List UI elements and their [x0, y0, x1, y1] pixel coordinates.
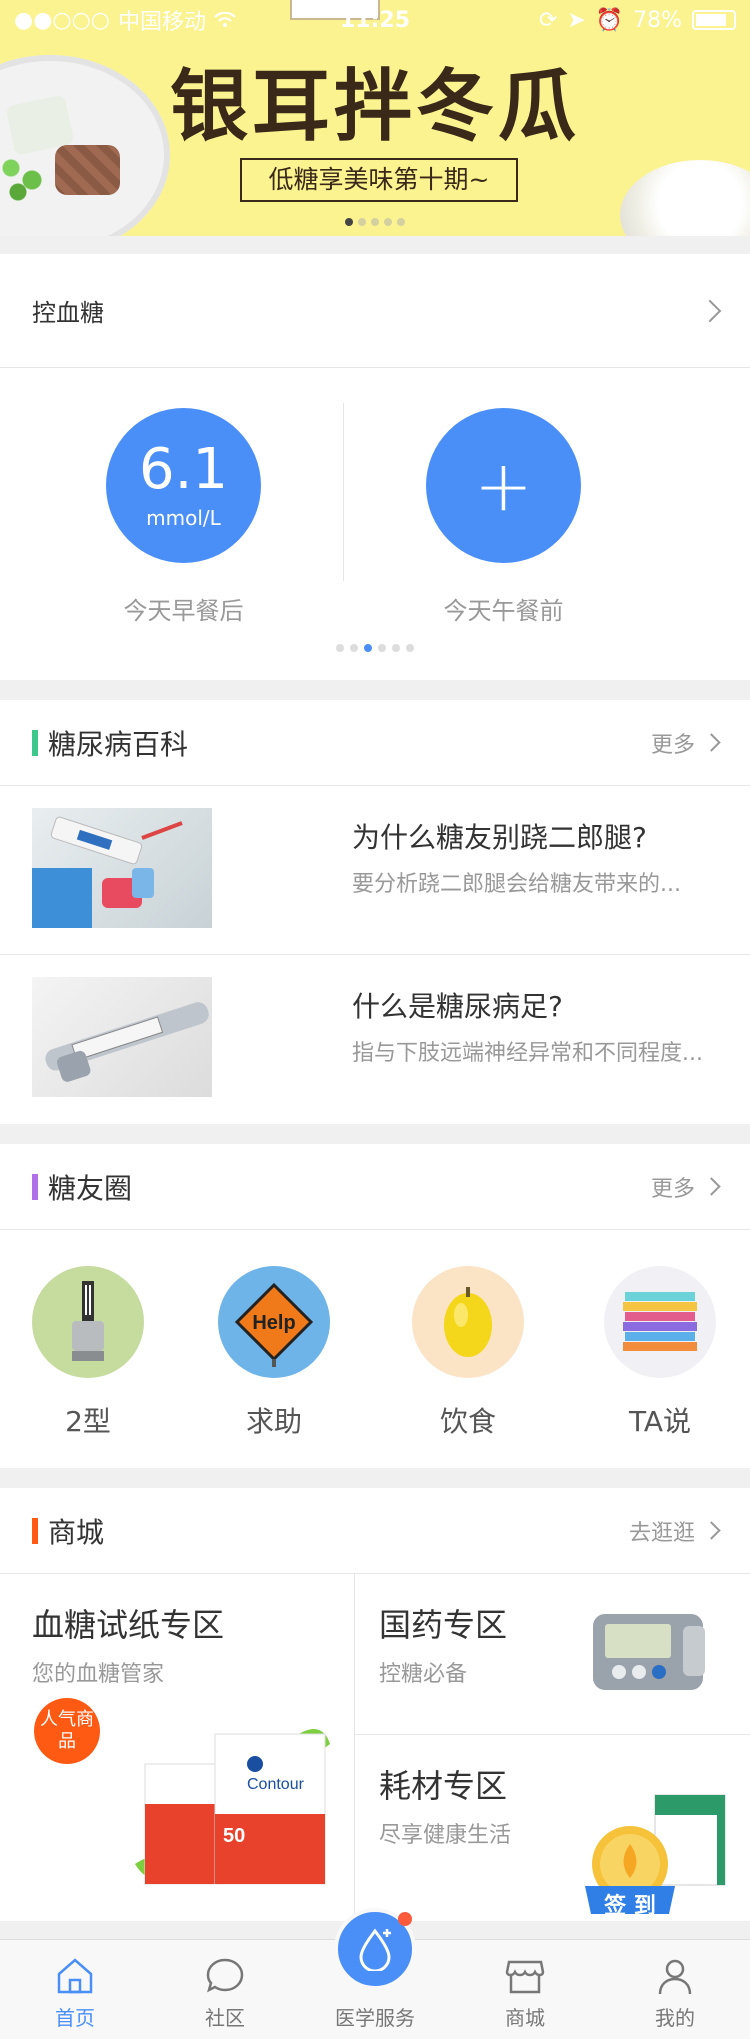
reading-caption: 今天早餐后: [123, 597, 244, 625]
article-item[interactable]: 为什么糖友别跷二郎腿? 要分析跷二郎腿会给糖友带来的...: [0, 786, 750, 955]
chevron-right-icon: [702, 1177, 721, 1196]
status-bar: ●●○○○ 中国移动 11:25 ⟳ ➤ ⏰ 78%: [0, 0, 750, 40]
glucose-unit: mmol/L: [146, 505, 221, 530]
tab-mall[interactable]: 商城: [450, 1940, 600, 2039]
reading-after-breakfast[interactable]: 6.1 mmol/L 今天早餐后: [106, 408, 261, 626]
zone-title: 国药专区: [379, 1606, 508, 1644]
home-icon: [57, 1958, 93, 1994]
community-section: 糖友圈 更多 2型 Help 求助 饮食 TA说: [0, 1144, 750, 1468]
battery-percent: 78%: [633, 7, 682, 33]
community-label: 2型: [65, 1405, 111, 1438]
section-accent-bar: [32, 1517, 38, 1544]
zone-subtitle: 您的血糖管家: [32, 1662, 165, 1687]
readings-pagination: [0, 644, 750, 652]
section-title: 商城: [48, 1515, 105, 1549]
tab-community[interactable]: 社区: [150, 1940, 300, 2039]
tab-label: 医学服务: [335, 2006, 415, 2030]
zone-title: 血糖试纸专区: [32, 1606, 225, 1644]
article-title: 为什么糖友别跷二郎腿?: [352, 821, 647, 854]
supplies-zone[interactable]: 耗材专区 尽享健康生活: [355, 1735, 750, 1921]
test-strip-product-image: Contour 50: [135, 1729, 330, 1885]
article-item[interactable]: 什么是糖尿病足? 指与下肢远端神经异常和不同程度...: [0, 955, 750, 1124]
store-icon: [505, 1960, 545, 1994]
wifi-icon: [214, 12, 236, 27]
books-icon: [604, 1266, 716, 1378]
svg-text:50: 50: [223, 1825, 245, 1847]
checkin-label: 签 到: [604, 1894, 656, 1919]
rotation-lock-icon: ⟳: [538, 7, 558, 33]
community-diet[interactable]: 饮食: [412, 1266, 524, 1440]
community-label: 饮食: [439, 1405, 496, 1438]
section-accent-bar: [32, 1173, 38, 1200]
lancet-icon: [32, 1266, 144, 1378]
chevron-right-icon: [698, 299, 722, 322]
zone-subtitle: 尽享健康生活: [379, 1823, 512, 1848]
community-label: TA说: [628, 1405, 692, 1438]
chevron-right-icon: [702, 733, 721, 752]
tab-label: 我的: [655, 2006, 695, 2030]
test-strips-zone[interactable]: 血糖试纸专区 您的血糖管家 人气商品 Contour 50: [0, 1574, 354, 1921]
popular-badge: 人气商品: [34, 1698, 100, 1764]
section-title: 糖友圈: [48, 1171, 133, 1205]
tab-label: 首页: [55, 2006, 95, 2030]
chat-bubble-icon: [206, 1958, 244, 1993]
checkin-button[interactable]: 签 到: [575, 1822, 685, 1922]
tab-mine[interactable]: 我的: [600, 1940, 750, 2039]
insulin-pump-image: [593, 1614, 705, 1690]
glucose-control-row[interactable]: 控血糖: [0, 254, 750, 368]
diabetes-wiki-section: 糖尿病百科 更多 为什么糖友别跷二郎腿? 要分析跷二郎腿会给糖友带来的... 什…: [0, 700, 750, 1124]
battery-icon: [692, 10, 736, 30]
glucose-value: 6.1: [138, 436, 229, 502]
tab-label: 社区: [205, 2006, 245, 2030]
lemon-icon: [412, 1266, 524, 1378]
more-link[interactable]: 更多: [651, 1171, 721, 1203]
plus-icon: +: [474, 444, 533, 527]
section-accent-bar: [32, 729, 38, 756]
browse-link[interactable]: 去逛逛: [629, 1515, 721, 1547]
article-thumbnail: [32, 977, 212, 1097]
svg-text:Contour: Contour: [247, 1776, 305, 1793]
mall-section: 商城 去逛逛 血糖试纸专区 您的血糖管家 人气商品 Contour 50 国药专…: [0, 1488, 750, 1921]
glucose-control-label: 控血糖: [32, 299, 104, 327]
signal-icon: ●●○○○: [14, 7, 110, 33]
article-summary: 要分析跷二郎腿会给糖友带来的...: [352, 872, 681, 897]
person-icon: [658, 1959, 692, 1995]
water-drop-icon: [359, 1928, 391, 1971]
banner-title: 银耳拌冬瓜: [169, 62, 580, 152]
section-title: 糖尿病百科: [48, 727, 189, 761]
tab-home[interactable]: 首页: [0, 1940, 150, 2039]
article-summary: 指与下肢远端神经异常和不同程度...: [352, 1041, 703, 1066]
tab-label: 商城: [505, 2006, 545, 2030]
glucose-readings: 6.1 mmol/L 今天早餐后 + 今天午餐前: [0, 368, 750, 680]
notification-dot: [398, 1912, 412, 1926]
add-reading-before-lunch[interactable]: + 今天午餐前: [426, 408, 581, 626]
location-icon: ➤: [567, 7, 586, 33]
banner-subtitle: 低糖享美味第十期~: [240, 158, 518, 202]
more-link[interactable]: 更多: [651, 727, 721, 759]
section-header: 糖尿病百科 更多: [0, 700, 750, 786]
medicine-zone[interactable]: 国药专区 控糖必备: [355, 1574, 750, 1734]
medical-service-button[interactable]: [334, 1908, 416, 1990]
alarm-icon: ⏰: [595, 7, 624, 33]
article-thumbnail: [32, 808, 212, 928]
section-header: 糖友圈 更多: [0, 1144, 750, 1230]
zone-title: 耗材专区: [379, 1767, 508, 1805]
article-title: 什么是糖尿病足?: [352, 990, 563, 1023]
community-help[interactable]: Help 求助: [218, 1266, 330, 1440]
community-type2[interactable]: 2型: [32, 1266, 144, 1440]
svg-text:Help: Help: [252, 1312, 295, 1334]
zone-subtitle: 控糖必备: [379, 1662, 468, 1687]
section-header: 商城 去逛逛: [0, 1488, 750, 1574]
community-label: 求助: [245, 1405, 302, 1438]
carrier-name: 中国移动: [117, 10, 206, 35]
chevron-right-icon: [702, 1521, 721, 1540]
add-reading-button[interactable]: +: [426, 408, 581, 563]
community-ta-says[interactable]: TA说: [604, 1266, 716, 1440]
banner-pagination: [0, 218, 750, 226]
help-sign-icon: Help: [218, 1266, 330, 1378]
add-caption: 今天午餐前: [443, 597, 564, 625]
